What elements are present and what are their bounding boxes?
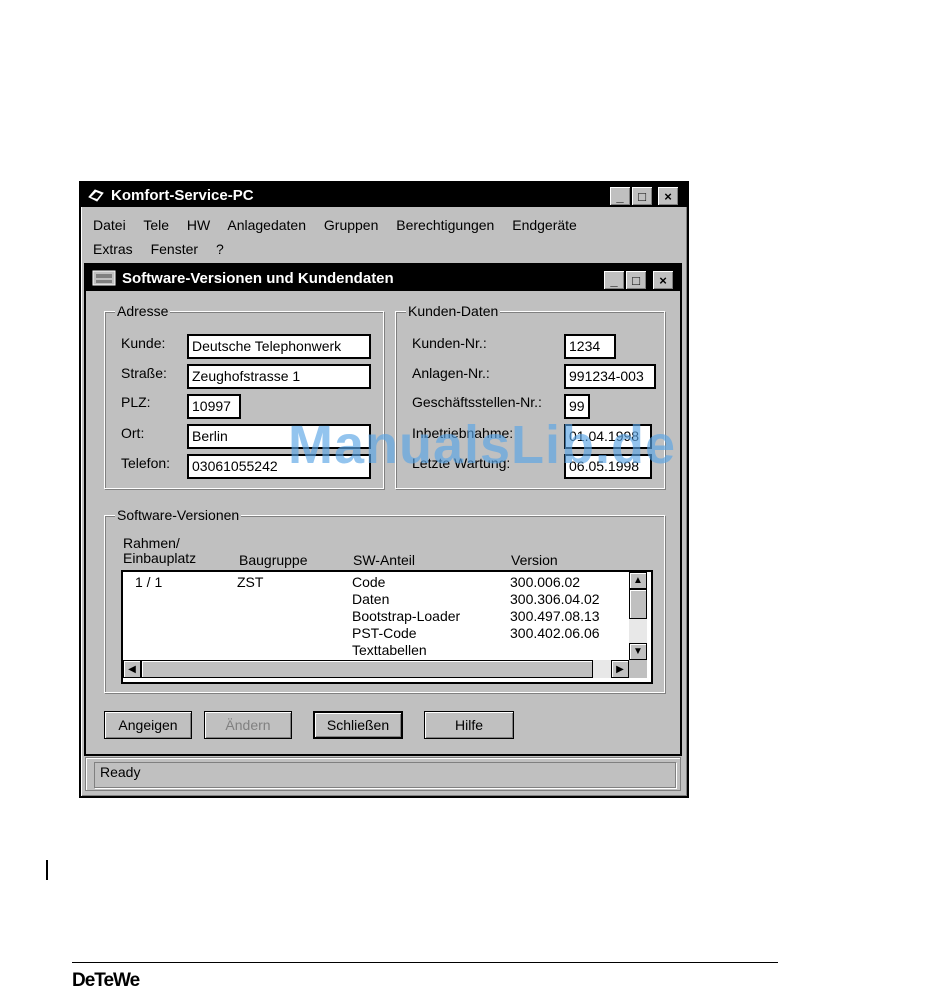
scroll-left-button[interactable]: ◀ [123, 660, 141, 678]
app-titlebar[interactable]: Komfort-Service-PC [81, 183, 687, 207]
col-anteil-header: SW-Anteil [353, 552, 415, 568]
list-item-version: 300.306.04.02 [510, 591, 600, 607]
maximize-icon: □ [632, 272, 640, 288]
adresse-legend: Adresse [115, 303, 171, 319]
menu-bar-row2: Extras Fenster ? [93, 241, 238, 257]
status-bar: Ready [85, 757, 681, 791]
menu-tele[interactable]: Tele [143, 217, 169, 233]
menu-endgeraete[interactable]: Endgeräte [512, 217, 577, 233]
menu-anlagedaten[interactable]: Anlagedaten [227, 217, 306, 233]
maximize-button[interactable]: □ [631, 186, 653, 206]
aendern-button[interactable]: Ändern [204, 711, 292, 739]
hilfe-button[interactable]: Hilfe [424, 711, 514, 739]
telefon-label: Telefon: [121, 455, 171, 471]
dialog-minimize-button[interactable]: _ [603, 270, 625, 290]
footer-rule [72, 962, 778, 963]
menu-help[interactable]: ? [216, 241, 224, 257]
status-text: Ready [94, 762, 676, 788]
col-rahmen-line1: Rahmen/ [123, 535, 180, 551]
minimize-icon: _ [616, 188, 624, 204]
list-item-anteil: PST-Code [352, 625, 417, 641]
anzeigen-button[interactable]: Angeigen [104, 711, 192, 739]
app-icon [88, 189, 104, 202]
software-versionen-legend: Software-Versionen [115, 507, 242, 523]
menu-berechtigungen[interactable]: Berechtigungen [396, 217, 494, 233]
software-versionen-group: Software-Versionen Rahmen/ Einbauplatz B… [104, 507, 665, 693]
list-item-anteil: Code [352, 574, 386, 590]
scroll-corner [629, 660, 647, 678]
menu-extras[interactable]: Extras [93, 241, 133, 257]
list-item-anteil: Texttabellen [352, 642, 427, 658]
strasse-field[interactable]: Zeughofstrasse 1 [187, 364, 371, 389]
list-item-version: 300.006.02 [510, 574, 581, 590]
menu-hw[interactable]: HW [187, 217, 210, 233]
baugruppe-cell: ZST [237, 574, 264, 590]
software-list[interactable]: 1 / 1 ZST Code 300.006.02 Daten 300.306.… [121, 570, 653, 684]
strasse-label: Straße: [121, 365, 167, 381]
plz-label: PLZ: [121, 394, 151, 410]
arrow-left-icon: ◀ [128, 663, 136, 675]
menu-fenster[interactable]: Fenster [151, 241, 198, 257]
list-item-anteil: Bootstrap-Loader [352, 608, 461, 624]
minimize-icon: _ [610, 272, 618, 288]
dialog-close-button[interactable]: × [652, 270, 674, 290]
vertical-scroll-thumb[interactable] [629, 589, 647, 619]
close-icon: × [659, 272, 667, 288]
horizontal-scroll-thumb[interactable] [141, 660, 593, 678]
kunde-label: Kunde: [121, 335, 166, 351]
kunden-daten-legend: Kunden-Daten [406, 303, 501, 319]
dialog-window: Software-Versionen und Kundendaten _ □ ×… [84, 263, 682, 756]
col-rahmen-line2: Einbauplatz [123, 550, 197, 566]
dialog-icon [92, 270, 116, 286]
footer-logo: DeTeWe [72, 970, 140, 991]
minimize-button[interactable]: _ [609, 186, 631, 206]
ort-label: Ort: [121, 425, 145, 441]
app-title: Komfort-Service-PC [111, 186, 254, 204]
watermark: ManualsLib.de [288, 415, 677, 475]
menu-bar-row1: Datei Tele HW Anlagedaten Gruppen Berech… [93, 217, 591, 233]
menu-gruppen[interactable]: Gruppen [324, 217, 378, 233]
dialog-title: Software-Versionen und Kundendaten [122, 269, 394, 287]
col-rahmen-header: Rahmen/ Einbauplatz [123, 536, 196, 566]
kundennr-label: Kunden-Nr.: [412, 335, 487, 351]
scroll-down-button[interactable]: ▼ [629, 643, 647, 660]
schliessen-button[interactable]: Schließen [313, 711, 403, 739]
list-item-version: 300.497.08.13 [510, 608, 600, 624]
arrow-down-icon: ▼ [633, 646, 643, 657]
dialog-maximize-button[interactable]: □ [625, 270, 647, 290]
close-icon: × [664, 188, 672, 204]
menu-datei[interactable]: Datei [93, 217, 126, 233]
arrow-right-icon: ▶ [616, 663, 624, 675]
arrow-up-icon: ▲ [633, 575, 643, 586]
margin-bar [46, 860, 48, 880]
scroll-up-button[interactable]: ▲ [629, 572, 647, 589]
rahmen-cell: 1 / 1 [135, 574, 163, 590]
kundennr-field[interactable]: 1234 [564, 334, 616, 359]
col-baugruppe-header: Baugruppe [239, 552, 308, 568]
list-item-anteil: Daten [352, 591, 390, 607]
maximize-icon: □ [638, 188, 646, 204]
list-item-version: 300.402.06.06 [510, 625, 600, 641]
anlagennr-label: Anlagen-Nr.: [412, 365, 490, 381]
scroll-right-button[interactable]: ▶ [611, 660, 629, 678]
dialog-titlebar[interactable]: Software-Versionen und Kundendaten [86, 265, 680, 291]
close-button[interactable]: × [657, 186, 679, 206]
col-version-header: Version [511, 552, 558, 568]
gst-label: Geschäftsstellen-Nr.: [412, 394, 542, 410]
anlagennr-field[interactable]: 991234-003 [564, 364, 656, 389]
kunde-field[interactable]: Deutsche Telephonwerk [187, 334, 371, 359]
plz-field[interactable]: 10997 [187, 394, 241, 419]
